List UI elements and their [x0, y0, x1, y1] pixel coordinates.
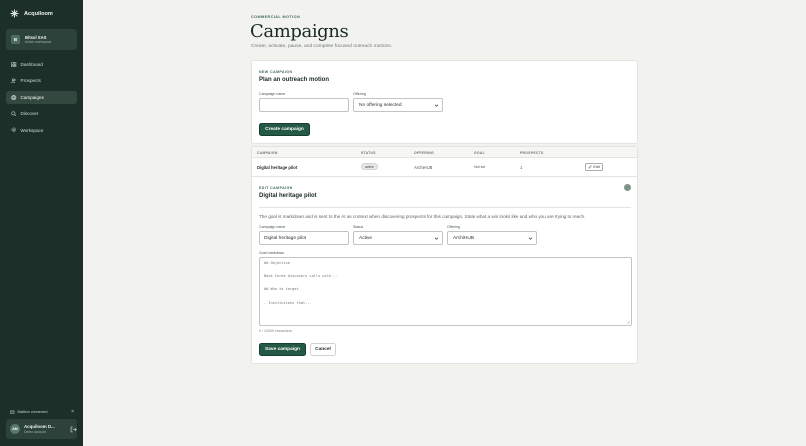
status-badge: active	[361, 163, 378, 170]
mailbox-status: Mailbox connected ×	[10, 409, 74, 415]
edit-name-input[interactable]: Digital heritage pilot	[259, 231, 349, 245]
table-row[interactable]: Digital heritage pilot active ArchiHUB N…	[252, 158, 637, 177]
column-header-status: STATUS	[361, 150, 376, 155]
edit-offering-value: ArchiHUB	[453, 235, 475, 241]
new-campaign-eyebrow: NEW CAMPAIGN	[259, 70, 293, 74]
sidebar: Acquiloom B Bitsol SAS Active workspace …	[0, 0, 83, 446]
sidebar-item-prospects[interactable]: Prospects	[6, 74, 77, 87]
campaign-name-input[interactable]	[259, 98, 349, 112]
character-count: 0 / 10000 characters	[259, 329, 292, 333]
sidebar-item-dashboard[interactable]: Dashboard	[6, 58, 77, 71]
offering-select[interactable]: No offering selected	[353, 98, 443, 112]
goal-cell: Not set	[474, 165, 486, 169]
grid-icon	[11, 62, 17, 67]
status-label: Status	[353, 225, 364, 229]
campaign-name-cell: Digital heritage pilot	[257, 165, 298, 170]
page-title: Campaigns	[250, 21, 349, 42]
workspace-switcher[interactable]: B Bitsol SAS Active workspace	[6, 29, 77, 50]
goal-placeholder-line	[264, 282, 627, 289]
status-select[interactable]: Active	[353, 231, 443, 245]
chevron-down-icon	[434, 237, 439, 240]
sidebar-item-campaigns[interactable]: Campaigns	[6, 90, 77, 104]
table-header: CAMPAIGN STATUS OFFERING GOAL PROSPECTS	[252, 147, 637, 158]
column-header-campaign: CAMPAIGN	[257, 150, 278, 155]
mailbox-dismiss-icon[interactable]: ×	[71, 409, 74, 415]
sidebar-item-label: Campaigns	[20, 94, 44, 100]
mail-icon	[10, 410, 15, 414]
pencil-icon	[588, 165, 593, 169]
status-dot-icon	[624, 184, 631, 191]
edit-offering-label: Offering	[447, 225, 460, 229]
logout-icon[interactable]	[70, 426, 77, 433]
status-select-value: Active	[359, 235, 373, 241]
brand[interactable]: Acquiloom	[10, 9, 53, 18]
prospects-cell: 1	[520, 165, 523, 170]
sidebar-item-label: Prospects	[20, 78, 41, 84]
divider	[259, 207, 631, 208]
workspace-avatar: B	[11, 35, 20, 44]
goal-placeholder-line: Book three discovery calls with...	[264, 274, 338, 279]
mailbox-label: Mailbox connected	[17, 410, 48, 414]
offering-select-value: No offering selected	[359, 102, 402, 108]
gear-icon	[11, 127, 17, 133]
goal-markdown-textarea[interactable]: ## Objective Book three discovery calls …	[259, 257, 632, 326]
new-campaign-title: Plan an outreach motion	[259, 77, 330, 83]
user-menu[interactable]: AM Acquiloom D... Demo account	[6, 419, 77, 439]
column-header-prospects: PROSPECTS	[520, 150, 544, 155]
goal-placeholder-line: - Institutions that...	[264, 300, 312, 305]
offering-label: Offering	[353, 92, 366, 96]
create-campaign-button[interactable]: Create campaign	[259, 123, 310, 136]
sidebar-item-label: Dashboard	[20, 62, 43, 67]
sidebar-item-label: Workspace	[20, 127, 44, 133]
sidebar-nav: Dashboard Prospects Campaigns Discover W…	[6, 58, 77, 140]
brand-name: Acquiloom	[24, 10, 53, 17]
page-eyebrow: COMMERCIAL MOTION	[251, 15, 301, 19]
goal-hint: The goal is markdown and is sent to the …	[259, 214, 586, 219]
resize-handle-icon[interactable]	[626, 320, 630, 324]
column-header-goal: GOAL	[474, 150, 485, 155]
user-sub: Demo account	[24, 429, 46, 434]
goal-placeholder-line	[264, 295, 627, 302]
avatar: AM	[10, 424, 20, 434]
goal-placeholder-line: ## Who to target	[264, 287, 299, 292]
users-icon	[11, 78, 16, 84]
offering-cell: ArchiHUB	[414, 165, 433, 170]
sidebar-item-label: Discover	[20, 111, 39, 117]
campaigns-card: CAMPAIGN STATUS OFFERING GOAL PROSPECTS …	[251, 146, 638, 364]
edit-offering-select[interactable]: ArchiHUB	[447, 231, 537, 245]
edit-label: Edit	[593, 165, 600, 169]
edit-campaign-title: Digital heritage pilot	[259, 193, 317, 199]
target-icon	[11, 94, 17, 100]
edit-campaign-eyebrow: EDIT CAMPAIGN	[259, 186, 293, 190]
page-subtitle: Create, activate, pause, and complete fo…	[251, 44, 393, 49]
campaign-name-label: Campaign name	[259, 92, 286, 96]
goal-placeholder-line: ## Objective	[264, 261, 290, 265]
search-icon	[11, 111, 17, 117]
logo-icon	[10, 9, 19, 18]
sidebar-item-workspace[interactable]: Workspace	[6, 124, 77, 137]
sidebar-item-discover[interactable]: Discover	[6, 107, 77, 120]
edit-campaign-button[interactable]: Edit	[585, 163, 603, 171]
new-campaign-card: NEW CAMPAIGN Plan an outreach motion Cam…	[251, 60, 638, 144]
edit-name-label: Campaign name	[259, 225, 286, 229]
goal-label: Goal markdown	[259, 251, 285, 255]
workspace-sub: Active workspace	[25, 39, 52, 44]
cancel-button[interactable]: Cancel	[310, 343, 336, 356]
save-campaign-button[interactable]: Save campaign	[259, 343, 306, 356]
chevron-down-icon	[528, 237, 533, 240]
column-header-offering: OFFERING	[414, 150, 434, 155]
chevron-down-icon	[434, 104, 439, 107]
